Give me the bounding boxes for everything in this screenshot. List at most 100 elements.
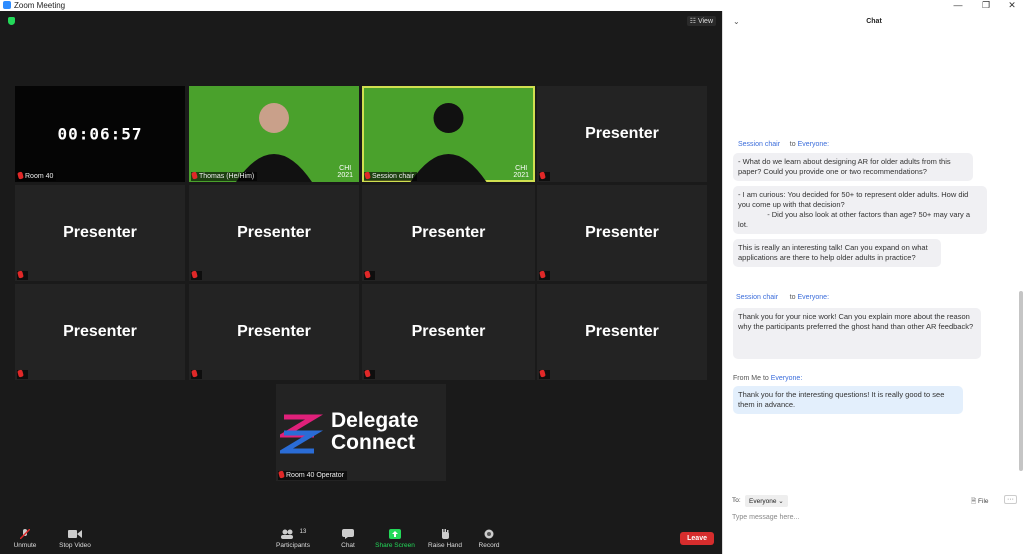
participant-name-large: Presenter <box>585 323 659 340</box>
video-tile[interactable]: Presenter <box>362 185 535 281</box>
message-input[interactable]: Type message here... <box>732 514 799 521</box>
muted-mic-icon <box>539 369 546 378</box>
recipient: Everyone: <box>770 375 803 382</box>
participants-label: Participants <box>276 542 310 549</box>
participant-nametag <box>539 171 550 181</box>
stop-video-button[interactable]: Stop Video <box>50 524 100 549</box>
stop-video-label: Stop Video <box>59 542 91 549</box>
participant-nametag <box>17 369 28 379</box>
file-icon: 🗎 <box>971 498 977 505</box>
participant-name-large: Presenter <box>63 224 137 241</box>
video-tile[interactable]: Presenter <box>537 284 707 380</box>
chat-title: Chat <box>866 18 882 25</box>
record-label: Record <box>478 542 500 549</box>
participant-name: Thomas (He/Him) <box>199 173 255 180</box>
participant-name-large: Presenter <box>411 323 486 340</box>
meeting-toolbar: Unmute Stop Video 13 Participants Chat S… <box>0 524 722 554</box>
close-icon[interactable]: ✕ <box>1000 0 1024 11</box>
record-button[interactable]: Record <box>464 524 514 549</box>
zoom-app-icon <box>3 1 11 9</box>
recipient: Everyone: <box>797 294 830 301</box>
operator-tile[interactable]: Delegate Connect Room 40 Operator <box>276 384 446 481</box>
operator-name: Room 40 Operator <box>286 472 344 479</box>
file-button[interactable]: 🗎 File <box>971 497 989 508</box>
muted-mic-icon <box>364 270 371 279</box>
video-tile[interactable]: Presenter <box>537 185 707 281</box>
record-icon <box>464 529 514 539</box>
participant-name: Session chair <box>372 173 415 180</box>
muted-mic-icon <box>191 270 198 279</box>
raise-hand-button[interactable]: Raise Hand <box>420 524 470 549</box>
chat-sender: From Me to Everyone: <box>733 375 802 382</box>
video-tile[interactable]: Presenter <box>15 185 185 281</box>
video-tile[interactable]: CHI 2021 Session chair <box>362 86 535 182</box>
muted-mic-icon <box>191 171 198 180</box>
operator-nametag: Room 40 Operator <box>278 470 347 480</box>
recipient-value: Everyone <box>749 498 777 505</box>
participant-nametag <box>17 270 28 280</box>
video-stage: ☷ View 00:06:57 Room 40 CHI 2021 Thomas (He… <box>0 11 722 554</box>
share-screen-label: Share Screen <box>375 542 415 549</box>
chat-scrollbar[interactable] <box>1019 291 1023 471</box>
chat-panel: ⌄ Chat Session chair to Everyone: - What… <box>722 11 1024 554</box>
share-screen-icon <box>370 529 420 539</box>
chat-message[interactable]: - What do we learn about designing AR fo… <box>733 153 973 181</box>
participant-nametag: Thomas (He/Him) <box>191 171 258 181</box>
participant-name-large: Presenter <box>585 125 659 142</box>
participant-name-large: Presenter <box>63 323 137 340</box>
video-tile[interactable]: Presenter <box>362 284 535 380</box>
participant-nametag <box>364 270 375 280</box>
participants-icon: 13 <box>268 529 318 539</box>
view-button[interactable]: ☷ View <box>686 16 716 26</box>
unmute-label: Unmute <box>13 542 37 549</box>
chat-message[interactable]: This is really an interesting talk! Can … <box>733 239 941 267</box>
recipient-select[interactable]: Everyone ⌄ <box>745 495 788 507</box>
view-label: View <box>697 18 713 25</box>
minimize-icon[interactable]: — <box>946 0 970 11</box>
window-title: Zoom Meeting <box>14 1 66 10</box>
restore-icon[interactable]: ❐ <box>974 0 998 11</box>
muted-mic-icon <box>364 171 371 180</box>
muted-mic-icon <box>191 369 198 378</box>
video-camera-icon <box>50 529 100 539</box>
title-bar: Zoom Meeting — ❐ ✕ <box>0 0 1024 11</box>
chat-sender: Session chair to Everyone: <box>736 294 829 301</box>
muted-mic-icon <box>17 369 24 378</box>
muted-mic-icon <box>17 270 24 279</box>
chat-button[interactable]: Chat <box>323 524 373 549</box>
muted-mic-icon <box>539 171 546 180</box>
video-tile[interactable]: Presenter <box>537 86 707 182</box>
video-tile[interactable]: CHI 2021 Thomas (He/Him) <box>189 86 359 182</box>
security-shield-icon[interactable] <box>8 17 15 25</box>
recipient: Everyone: <box>797 141 830 148</box>
participant-nametag <box>364 369 375 379</box>
chat-message[interactable]: - I am curious: You decided for 50+ to r… <box>733 186 987 234</box>
chat-sender: Session chair to Everyone: <box>738 141 829 148</box>
share-screen-button[interactable]: Share Screen <box>370 524 420 549</box>
raise-hand-label: Raise Hand <box>428 542 462 549</box>
video-tile[interactable]: 00:06:57 Room 40 <box>15 86 185 182</box>
participants-count: 13 <box>299 529 307 535</box>
video-tile[interactable]: Presenter <box>189 284 359 380</box>
participant-nametag <box>191 369 202 379</box>
video-tile[interactable]: Presenter <box>15 284 185 380</box>
chat-message[interactable]: Thank you for your nice work! Can you ex… <box>733 308 981 359</box>
participants-button[interactable]: 13 Participants <box>268 524 318 549</box>
chat-bubble-icon <box>323 529 373 539</box>
chi-badge: CHI 2021 <box>337 165 353 179</box>
video-tile[interactable]: Presenter <box>189 185 359 281</box>
participant-name-large: Presenter <box>237 323 311 340</box>
participant-name: Room 40 <box>25 173 54 180</box>
to-prefix: to <box>789 294 796 301</box>
more-options-icon[interactable]: ··· <box>1004 495 1017 504</box>
muted-mic-icon <box>364 369 371 378</box>
to-prefix: to <box>789 141 796 148</box>
unmute-button[interactable]: Unmute <box>0 524 50 549</box>
chat-message[interactable]: Thank you for the interesting questions!… <box>733 386 963 414</box>
raise-hand-icon <box>420 529 470 539</box>
sender-name: Session chair <box>736 294 779 301</box>
person-silhouette <box>236 103 312 182</box>
leave-button[interactable]: Leave <box>680 532 714 545</box>
chi-badge: CHI 2021 <box>513 165 529 179</box>
logo-line2: Connect <box>331 431 415 454</box>
